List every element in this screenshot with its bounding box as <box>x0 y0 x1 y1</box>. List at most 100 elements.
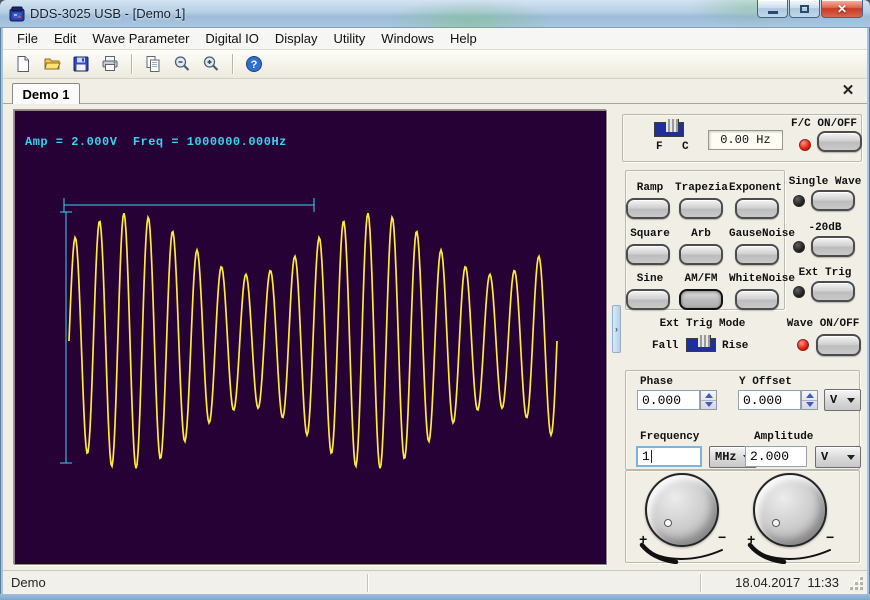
parameter-group: Phase 0.000 Y Offset 0.000 V Frequency 1… <box>625 370 860 470</box>
text-caret <box>651 450 652 463</box>
chevron-right-icon: › <box>615 324 618 334</box>
print-icon <box>101 55 119 73</box>
trig-edge-switch[interactable] <box>686 338 716 352</box>
minus20db-led <box>793 241 805 253</box>
step-down-icon[interactable] <box>701 401 716 410</box>
phase-stepper[interactable] <box>700 390 717 410</box>
y-offset-input[interactable]: 0.000 <box>738 390 801 410</box>
wave-onoff-button[interactable] <box>816 334 861 356</box>
phase-input[interactable]: 0.000 <box>637 390 700 410</box>
wave-label-sine: Sine <box>637 273 663 285</box>
knob-rotation-arc <box>740 542 840 564</box>
sine-button[interactable] <box>626 289 670 310</box>
ext-trig-mode-title: Ext Trig Mode <box>640 318 765 330</box>
menu-windows[interactable]: Windows <box>373 29 442 48</box>
ext-trig-button[interactable] <box>811 281 855 302</box>
frequency-knob[interactable] <box>645 473 719 547</box>
step-down-icon[interactable] <box>802 401 817 410</box>
fc-onoff-label: F/C ON/OFF <box>791 118 857 130</box>
new-document-button[interactable] <box>11 52 35 76</box>
single-wave-button[interactable] <box>811 190 855 211</box>
knob-group: + − + − <box>625 470 860 563</box>
minimize-button[interactable] <box>757 0 788 18</box>
ramp-button[interactable] <box>626 198 670 219</box>
help-button[interactable]: ? <box>242 52 266 76</box>
wave-label-trapezia: Trapezia <box>675 182 728 194</box>
app-window: DDS-3025 USB - [Demo 1] ✕ File Edit Wave… <box>0 0 870 600</box>
y-offset-stepper[interactable] <box>801 390 818 410</box>
fc-readout: 0.00 Hz <box>708 130 783 150</box>
menu-wave-parameter[interactable]: Wave Parameter <box>84 29 197 48</box>
menu-file[interactable]: File <box>9 29 46 48</box>
panel-splitter[interactable]: › <box>612 305 621 353</box>
toolbar: ? <box>3 50 867 79</box>
wave-label-arb: Arb <box>691 228 711 240</box>
menu-utility[interactable]: Utility <box>326 29 374 48</box>
amplitude-label: Amplitude <box>754 431 813 443</box>
whitenoise-button[interactable] <box>735 289 779 310</box>
trapezia-button[interactable] <box>679 198 723 219</box>
amplitude-unit-select[interactable]: V <box>815 446 861 468</box>
chevron-down-icon <box>847 455 855 460</box>
gausenoise-button[interactable] <box>735 244 779 265</box>
menu-help[interactable]: Help <box>442 29 485 48</box>
frequency-knob-unit: + − <box>632 471 732 564</box>
zoom-in-icon <box>202 55 220 73</box>
copy-button[interactable] <box>141 52 165 76</box>
window-bottom-border <box>0 594 870 600</box>
open-button[interactable] <box>40 52 64 76</box>
menu-display[interactable]: Display <box>267 29 326 48</box>
waveform-display: Amp = 2.000V Freq = 1000000.000Hz <box>14 110 607 565</box>
knob-indicator-dot <box>664 519 672 527</box>
minus20db-label: -20dB <box>785 222 865 234</box>
exponent-button[interactable] <box>735 198 779 219</box>
copy-icon <box>144 55 162 73</box>
frequency-input[interactable]: 1 <box>636 446 702 467</box>
amfm-button[interactable] <box>679 289 723 310</box>
fc-label-f: F <box>656 141 663 153</box>
step-up-icon[interactable] <box>701 391 716 401</box>
minus20db-button[interactable] <box>811 236 855 257</box>
frequency-label: Frequency <box>640 431 699 443</box>
chevron-down-icon <box>847 398 855 403</box>
app-icon <box>9 6 25 22</box>
resize-grip[interactable] <box>850 577 863 590</box>
wave-label-exponent: Exponent <box>729 182 782 194</box>
fc-switch-grip <box>666 119 679 132</box>
window-title: DDS-3025 USB - [Demo 1] <box>30 6 185 21</box>
save-button[interactable] <box>69 52 93 76</box>
fc-switch[interactable] <box>654 122 684 137</box>
step-up-icon[interactable] <box>802 391 817 401</box>
maximize-button[interactable] <box>789 0 820 18</box>
minimize-icon <box>768 11 778 14</box>
fall-label: Fall <box>652 340 678 352</box>
zoom-in-button[interactable] <box>199 52 223 76</box>
close-icon: ✕ <box>837 2 847 16</box>
svg-text:?: ? <box>251 59 258 71</box>
menu-bar: File Edit Wave Parameter Digital IO Disp… <box>3 28 867 50</box>
amplitude-knob[interactable] <box>753 473 827 547</box>
ext-trig-led <box>793 286 805 298</box>
scope-readout: Amp = 2.000V Freq = 1000000.000Hz <box>25 135 287 149</box>
knob-indicator-dot <box>772 519 780 527</box>
menu-digital-io[interactable]: Digital IO <box>197 29 266 48</box>
y-offset-unit-select[interactable]: V <box>824 389 861 411</box>
help-icon: ? <box>245 55 263 73</box>
single-wave-label: Single Wave <box>785 176 865 188</box>
status-bar: Demo 18.04.2017 11:33 <box>3 570 867 594</box>
zoom-out-icon <box>173 55 191 73</box>
amplitude-input[interactable]: 2.000 <box>745 446 807 467</box>
tab-close-icon[interactable]: ✕ <box>839 82 857 100</box>
square-button[interactable] <box>626 244 670 265</box>
open-folder-icon <box>43 55 61 73</box>
zoom-out-button[interactable] <box>170 52 194 76</box>
menu-edit[interactable]: Edit <box>46 29 84 48</box>
close-button[interactable]: ✕ <box>821 0 863 18</box>
print-button[interactable] <box>98 52 122 76</box>
tab-demo1[interactable]: Demo 1 <box>12 83 80 104</box>
wave-type-group: Ramp Trapezia Exponent Square Arb GauseN… <box>625 170 785 310</box>
wave-onoff-label: Wave ON/OFF <box>783 318 863 330</box>
new-document-icon <box>14 55 32 73</box>
arb-button[interactable] <box>679 244 723 265</box>
fc-onoff-button[interactable] <box>817 131 862 152</box>
